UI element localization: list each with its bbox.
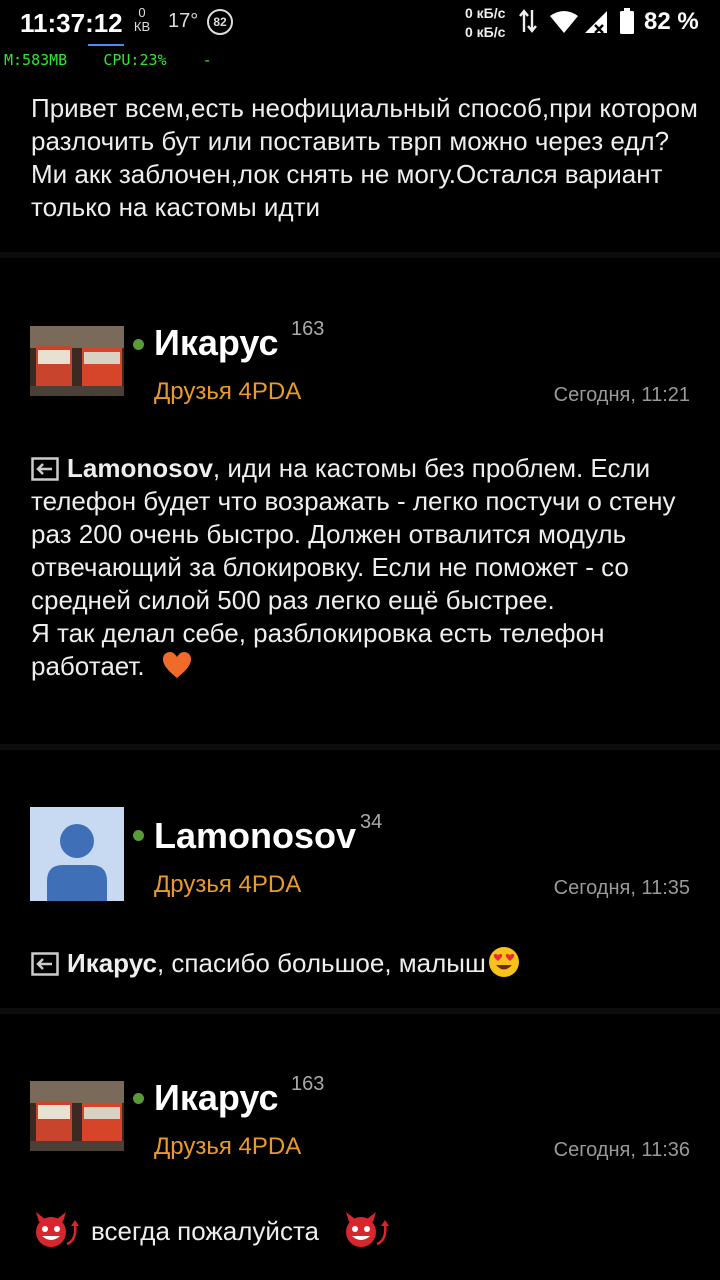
avatar-default[interactable] — [30, 807, 124, 901]
user-group: Друзья 4PDA — [154, 1133, 302, 1160]
post-divider — [0, 744, 720, 750]
post-text: всегда пожалуйста — [91, 1216, 320, 1246]
net-down: 0 кБ/с — [465, 24, 506, 40]
data-counter: 0 КВ — [133, 6, 151, 34]
user-group: Друзья 4PDA — [154, 378, 302, 405]
devil-emoji-icon — [346, 1212, 390, 1247]
avatar-bus[interactable] — [30, 1081, 124, 1151]
battery-icon — [620, 8, 634, 34]
online-indicator — [133, 339, 144, 350]
reputation[interactable]: 34 — [360, 811, 382, 834]
reputation[interactable]: 163 — [291, 318, 324, 341]
data-counter-value: 0 — [138, 5, 146, 20]
reply-icon[interactable] — [31, 457, 59, 481]
post-time: Сегодня, 11:36 — [553, 1139, 690, 1161]
data-counter-unit: КВ — [133, 19, 151, 34]
online-indicator — [133, 1093, 144, 1104]
online-indicator — [133, 830, 144, 841]
username[interactable]: Икарус — [154, 1077, 279, 1119]
post-divider — [0, 252, 720, 258]
mention[interactable]: Икарус — [67, 948, 157, 978]
battery-percent: 82 % — [644, 8, 699, 35]
status-bar: 11:37:12 0 КВ 17° 82 0 кБ/с 0 кБ/с 82 % — [0, 0, 720, 46]
data-transfer-icon — [519, 9, 537, 33]
post-body: всегда пожалуйста — [31, 1210, 701, 1250]
reply-icon[interactable] — [31, 952, 59, 976]
post-time: Сегодня, 11:35 — [553, 877, 690, 899]
post-time: Сегодня, 11:21 — [553, 384, 690, 406]
post-body: Икарус, спасибо большое, малыш — [31, 946, 701, 980]
username[interactable]: Икарус — [154, 322, 279, 364]
network-speed: 0 кБ/с 0 кБ/с — [465, 4, 505, 42]
username[interactable]: Lamonosov — [154, 815, 356, 857]
notification-badge: 82 — [207, 9, 233, 35]
mention[interactable]: Lamonosov — [67, 453, 213, 483]
net-up: 0 кБ/с — [465, 5, 506, 21]
post-body: Lamonosov, иди на кастомы без проблем. Е… — [31, 452, 701, 683]
temperature: 17° — [168, 10, 199, 32]
reputation[interactable]: 163 — [291, 1073, 324, 1096]
post-text: , спасибо большое, малыш — [156, 948, 486, 978]
user-group: Друзья 4PDA — [154, 871, 302, 898]
system-monitor: M:583MB CPU:23% - — [4, 51, 212, 69]
devil-emoji-icon — [36, 1212, 79, 1247]
status-accent-line — [88, 44, 124, 46]
signal-icon — [585, 11, 607, 34]
avatar-bus[interactable] — [30, 326, 124, 396]
wifi-icon — [550, 11, 578, 33]
post-body: Привет всем,есть неофициальный способ,пр… — [31, 93, 698, 222]
post-text-line2: Я так делал себе, разблокировка есть тел… — [31, 618, 605, 681]
heart-eyes-emoji-icon — [488, 947, 519, 977]
post-divider — [0, 1008, 720, 1014]
clock: 11:37:12 — [20, 8, 123, 38]
heart-emoji-icon — [162, 652, 191, 678]
